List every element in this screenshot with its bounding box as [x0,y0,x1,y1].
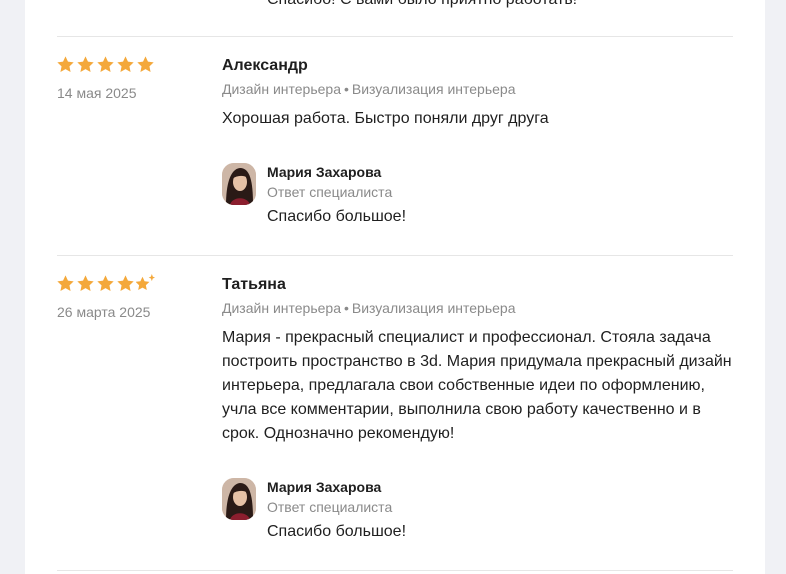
star-icon [117,56,134,72]
review-divider [57,255,733,256]
star-icon [137,56,154,72]
review-text: Мария - прекрасный специалист и професси… [222,329,732,442]
specialist-reply: Мария Захарова Ответ специалиста Спасибо… [222,478,722,548]
reply-role: Ответ специалиста [267,184,393,200]
service-tag: Дизайн интерьера [222,81,341,97]
avatar [222,163,256,205]
review-services: Дизайн интерьера • Визуализация интерьера [222,81,515,97]
reply-text: Спасибо большое! [267,523,407,540]
star-icon [57,56,74,72]
service-tag: Визуализация интерьера [351,81,516,97]
specialist-reply: Мария Захарова Ответ специалиста Спасибо… [222,163,722,233]
reply-role: Ответ специалиста [267,499,393,515]
star-icon [77,275,94,291]
review-services: Дизайн интерьера • Визуализация интерьера [222,300,515,316]
star-icon [77,56,94,72]
reviews-card: Спасибо! С вами было приятно работать! 1… [25,0,765,574]
review-author: Татьяна [222,276,286,293]
review-divider [57,570,733,571]
avatar [222,478,256,520]
review-date: 14 мая 2025 [57,85,137,101]
review-text: Хорошая работа. Быстро поняли друг друга [222,110,549,127]
star-icon [97,275,114,291]
reply-text: Спасибо большое! [267,208,407,225]
star-icon [57,275,74,291]
review-author: Александр [222,57,308,74]
review-divider [57,36,733,37]
reply-author-name: Мария Захарова [267,479,382,495]
half-star-sparkle-icon [136,274,155,290]
rating-stars [56,55,155,74]
star-icon [97,56,114,72]
star-icon [117,275,134,291]
service-tag: Визуализация интерьера [351,300,516,316]
services-separator: • [343,81,349,97]
reply-author-name: Мария Захарова [267,164,382,180]
rating-stars [56,274,155,293]
previous-reply-text: Спасибо! С вами было приятно работать! [267,0,577,12]
review-date: 26 марта 2025 [57,304,151,320]
services-separator: • [343,300,349,316]
service-tag: Дизайн интерьера [222,300,341,316]
